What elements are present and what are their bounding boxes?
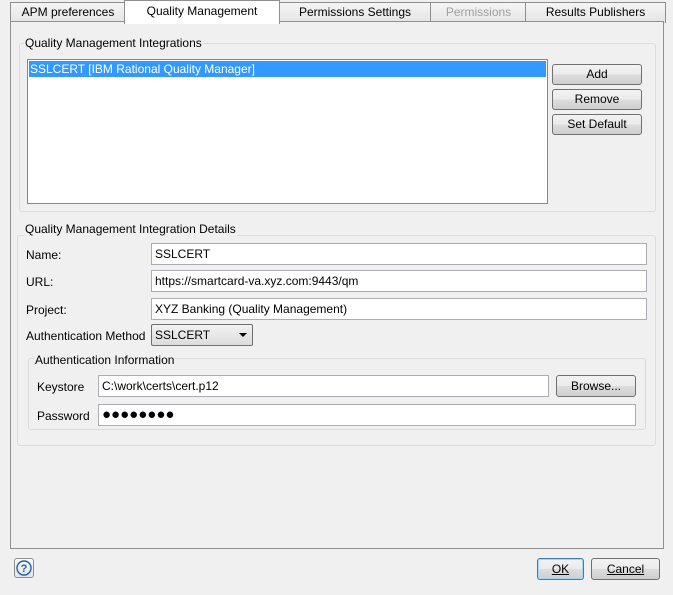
tab-permissions-settings[interactable]: Permissions Settings (278, 2, 432, 23)
browse-button[interactable]: Browse... (556, 375, 636, 397)
url-label: URL: (26, 275, 54, 289)
tab-permissions: Permissions (430, 2, 527, 23)
keystore-label: Keystore (37, 380, 85, 394)
chevron-down-icon (239, 333, 247, 337)
tab-quality-management[interactable]: Quality Management (124, 0, 280, 24)
auth-info-group-title: Authentication Information (34, 353, 176, 367)
help-icon: ? (16, 560, 32, 576)
keystore-field[interactable] (98, 375, 549, 397)
name-label: Name: (26, 248, 62, 262)
svg-text:?: ? (21, 563, 28, 575)
tab-apm-preferences[interactable]: APM preferences (10, 2, 126, 23)
remove-button[interactable]: Remove (552, 89, 642, 110)
set-default-button[interactable]: Set Default (552, 114, 642, 135)
auth-method-label: Authentication Method (26, 329, 146, 343)
auth-method-value: SSLCERT (155, 328, 211, 342)
password-label: Password (37, 409, 90, 423)
add-button[interactable]: Add (552, 64, 642, 85)
ok-button-label: OK (551, 562, 570, 576)
list-item[interactable]: SSLCERT [IBM Rational Quality Manager] (29, 61, 546, 77)
project-label: Project: (26, 303, 67, 317)
name-field[interactable] (151, 243, 647, 265)
integrations-group-title: Quality Management Integrations (24, 36, 203, 50)
project-field[interactable] (151, 298, 647, 320)
cancel-button[interactable]: Cancel (591, 558, 660, 580)
auth-method-select[interactable]: SSLCERT (151, 324, 253, 346)
details-group-title: Quality Management Integration Details (24, 222, 237, 236)
help-button[interactable]: ? (14, 558, 34, 578)
tab-results-publishers[interactable]: Results Publishers (525, 2, 666, 23)
password-field[interactable]: ●●●●●●●● (98, 404, 636, 426)
cancel-button-label: Cancel (606, 562, 645, 576)
url-field[interactable] (151, 270, 647, 292)
integrations-list[interactable]: SSLCERT [IBM Rational Quality Manager] (27, 59, 548, 204)
quality-management-panel: Quality Management Integrations SSLCERT … (10, 21, 664, 549)
ok-button[interactable]: OK (537, 558, 584, 580)
